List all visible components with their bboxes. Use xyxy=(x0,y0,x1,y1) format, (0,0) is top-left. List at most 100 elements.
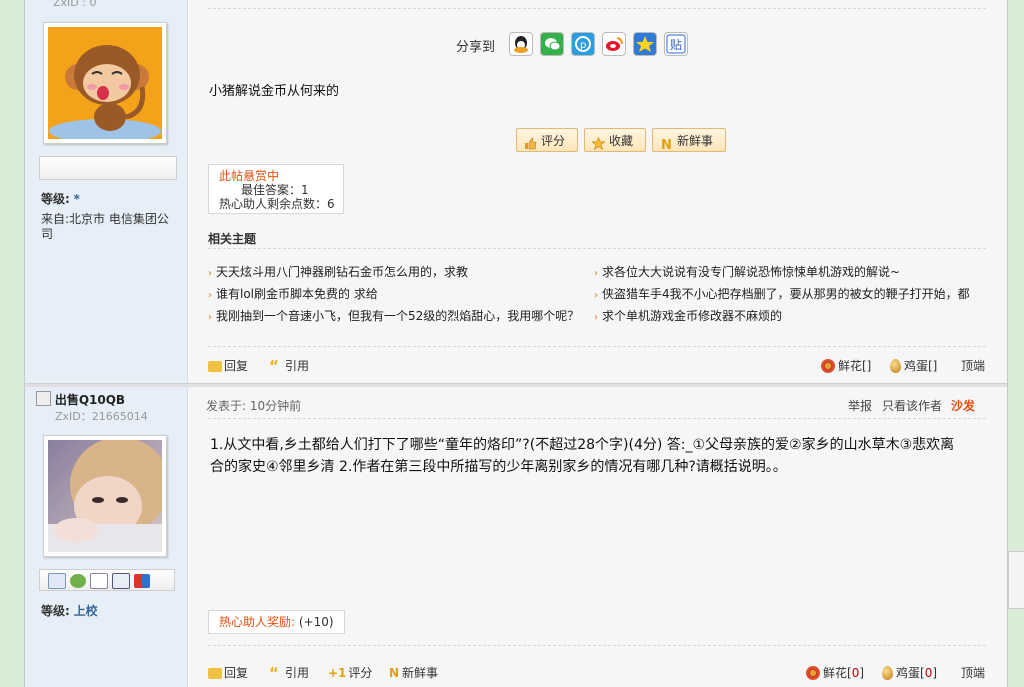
egg-label: 鸡蛋[ xyxy=(896,666,925,680)
reply-icon xyxy=(208,361,222,372)
svg-text:N: N xyxy=(661,138,672,150)
user-name[interactable]: 出售Q10QB xyxy=(55,393,125,407)
wechat-share-icon[interactable] xyxy=(540,32,564,56)
post-content: 1.从文中看,乡土都给人们打下了哪些“童年的烙印”?(不超过28个字)(4分) … xyxy=(210,437,955,475)
reply-button[interactable]: 回复 xyxy=(208,357,248,374)
rate-label: 评分 xyxy=(348,666,373,680)
only-author-link[interactable]: 只看该作者 xyxy=(882,397,942,414)
bounty-title: 此帖悬赏中 xyxy=(219,169,280,183)
rate-button[interactable]: +1 评分 xyxy=(328,664,372,681)
flower-icon xyxy=(821,359,835,373)
send-message-icon[interactable] xyxy=(48,573,66,589)
user-zxid: ZxID：21665014 xyxy=(55,410,148,423)
quote-label: 引用 xyxy=(285,666,310,680)
user-zxid: ZxID : 0 xyxy=(53,0,97,9)
svg-text:p: p xyxy=(580,40,586,51)
fresh-news-button[interactable]: N 新鲜事 xyxy=(389,664,438,681)
rank-blocks-icon[interactable] xyxy=(134,574,150,588)
post-2: 出售Q10QB ZxID：21665014 等级: 上校 发表于: 10分钟前 … xyxy=(25,387,1007,687)
related-topic-text: 求各位大大说说有没专门解说恐怖惊悚单机游戏的解说~ xyxy=(602,265,901,279)
user-level: 等级: * xyxy=(41,190,80,207)
view-profile-icon[interactable] xyxy=(90,573,108,589)
qzone-share-icon[interactable]: p xyxy=(571,32,595,56)
flower-label: 鲜花[ xyxy=(823,666,852,680)
quote-button[interactable]: “ 引用 xyxy=(269,357,309,374)
related-topic-link[interactable]: › 侠盗猎车手4我不小心把存档删了，要从那男的被女的鞭子打开始，都 xyxy=(594,285,970,302)
related-topic-text: 谁有lol刷金币脚本免费的 求给 xyxy=(216,287,378,301)
footer-divider xyxy=(208,645,986,646)
quote-icon: “ xyxy=(269,664,279,682)
user-level: 等级: 上校 xyxy=(41,602,98,619)
related-topic-link[interactable]: › 求各位大大说说有没专门解说恐怖惊悚单机游戏的解说~ xyxy=(594,263,900,280)
forum-thread: ZxID : 0 等级: * 来自:北京市 电信集团公司 分享到 p 贴 小猪解… xyxy=(24,0,1008,687)
related-topic-text: 侠盗猎车手4我不小心把存档删了，要从那男的被女的鞭子打开始，都 xyxy=(602,287,970,301)
reply-icon xyxy=(208,668,222,679)
floating-side-tab[interactable] xyxy=(1008,551,1024,609)
favorite-button[interactable]: 收藏 xyxy=(584,128,646,152)
floor-number[interactable]: 沙发 xyxy=(951,397,975,414)
related-topic-text: 求个单机游戏金币修改器不麻烦的 xyxy=(602,309,783,323)
footer-divider xyxy=(208,346,986,347)
bracket-close: ] xyxy=(932,666,938,680)
related-topics-title: 相关主题 xyxy=(208,232,257,246)
reward-label: 热心助人奖励: xyxy=(219,615,296,629)
post-2-content-area: 发表于: 10分钟前 举报 只看该作者 沙发 1.从文中看,乡土都给人们打下了哪… xyxy=(188,387,1007,687)
weibo-share-icon[interactable] xyxy=(602,32,626,56)
quote-label: 引用 xyxy=(285,359,310,373)
level-value[interactable]: * xyxy=(74,192,80,206)
related-topic-link[interactable]: › 求个单机游戏金币修改器不麻烦的 xyxy=(594,307,782,324)
rate-button[interactable]: 评分 xyxy=(516,128,578,152)
level-label: 等级: xyxy=(41,604,70,618)
post-2-author-panel: 出售Q10QB ZxID：21665014 等级: 上校 xyxy=(25,387,188,687)
user-card-icon[interactable] xyxy=(112,573,130,589)
add-friend-icon[interactable] xyxy=(70,574,86,588)
fresh-news-label: 新鲜事 xyxy=(677,134,714,148)
rate-label: 评分 xyxy=(541,134,566,148)
report-link[interactable]: 举报 xyxy=(848,397,872,414)
egg-icon xyxy=(890,359,901,373)
user-name-row: 出售Q10QB xyxy=(36,391,125,408)
star-share-icon[interactable] xyxy=(633,32,657,56)
header-divider xyxy=(208,418,986,419)
reply-button[interactable]: 回复 xyxy=(208,664,248,681)
svg-text:贴: 贴 xyxy=(670,38,682,52)
egg-icon xyxy=(882,666,893,680)
star-icon xyxy=(591,134,606,151)
bracket-close: ] xyxy=(859,666,865,680)
user-rank-bar xyxy=(39,156,177,180)
tieba-share-icon[interactable]: 贴 xyxy=(664,32,688,56)
related-topic-text: 天天炫斗用八门神器刷钻石金币怎么用的，求教 xyxy=(216,265,469,279)
reward-value: (+10) xyxy=(298,615,334,629)
post-time: 发表于: 10分钟前 xyxy=(206,399,302,413)
quote-icon: “ xyxy=(269,357,279,375)
related-topic-link[interactable]: › 我刚抽到一个音速小飞，但我有一个52级的烈焰甜心，我用哪个呢？ xyxy=(208,307,579,324)
avatar[interactable] xyxy=(43,22,167,144)
avatar-image xyxy=(48,27,162,139)
quote-button[interactable]: “ 引用 xyxy=(269,664,309,681)
avatar[interactable] xyxy=(43,435,167,557)
related-topic-link[interactable]: › 天天炫斗用八门神器刷钻石金币怎么用的，求教 xyxy=(208,263,468,280)
level-value[interactable]: 上校 xyxy=(74,604,98,618)
back-to-top-link[interactable]: 顶端 xyxy=(961,357,985,374)
reply-label: 回复 xyxy=(224,359,249,373)
flower-button[interactable]: 鲜花[0] xyxy=(806,664,864,681)
share-label: 分享到 xyxy=(456,40,496,55)
thumbs-up-icon xyxy=(524,134,537,150)
flower-button[interactable]: 鲜花[] xyxy=(821,357,871,374)
user-action-icons xyxy=(39,569,175,591)
fresh-news-button[interactable]: N 新鲜事 xyxy=(652,128,726,153)
fresh-news-label: 新鲜事 xyxy=(402,666,439,680)
related-topic-link[interactable]: › 谁有lol刷金币脚本免费的 求给 xyxy=(208,285,378,302)
level-label: 等级: xyxy=(41,192,70,206)
qq-share-icon[interactable] xyxy=(509,32,533,56)
flower-icon xyxy=(806,666,820,680)
egg-button[interactable]: 鸡蛋[0] xyxy=(882,664,937,681)
n-letter-icon: N xyxy=(660,134,673,153)
post-1: ZxID : 0 等级: * 来自:北京市 电信集团公司 分享到 p 贴 小猪解… xyxy=(25,0,1007,383)
bounty-box: 此帖悬赏中 最佳答案：1 热心助人剩余点数：6 xyxy=(208,164,344,214)
egg-button[interactable]: 鸡蛋[] xyxy=(890,357,937,374)
bounty-remaining-points: 热心助人剩余点数：6 xyxy=(219,197,335,211)
post-content: 小猪解说金币从何来的 xyxy=(209,84,340,99)
reward-box: 热心助人奖励: (+10) xyxy=(208,610,345,634)
back-to-top-link[interactable]: 顶端 xyxy=(961,664,985,681)
